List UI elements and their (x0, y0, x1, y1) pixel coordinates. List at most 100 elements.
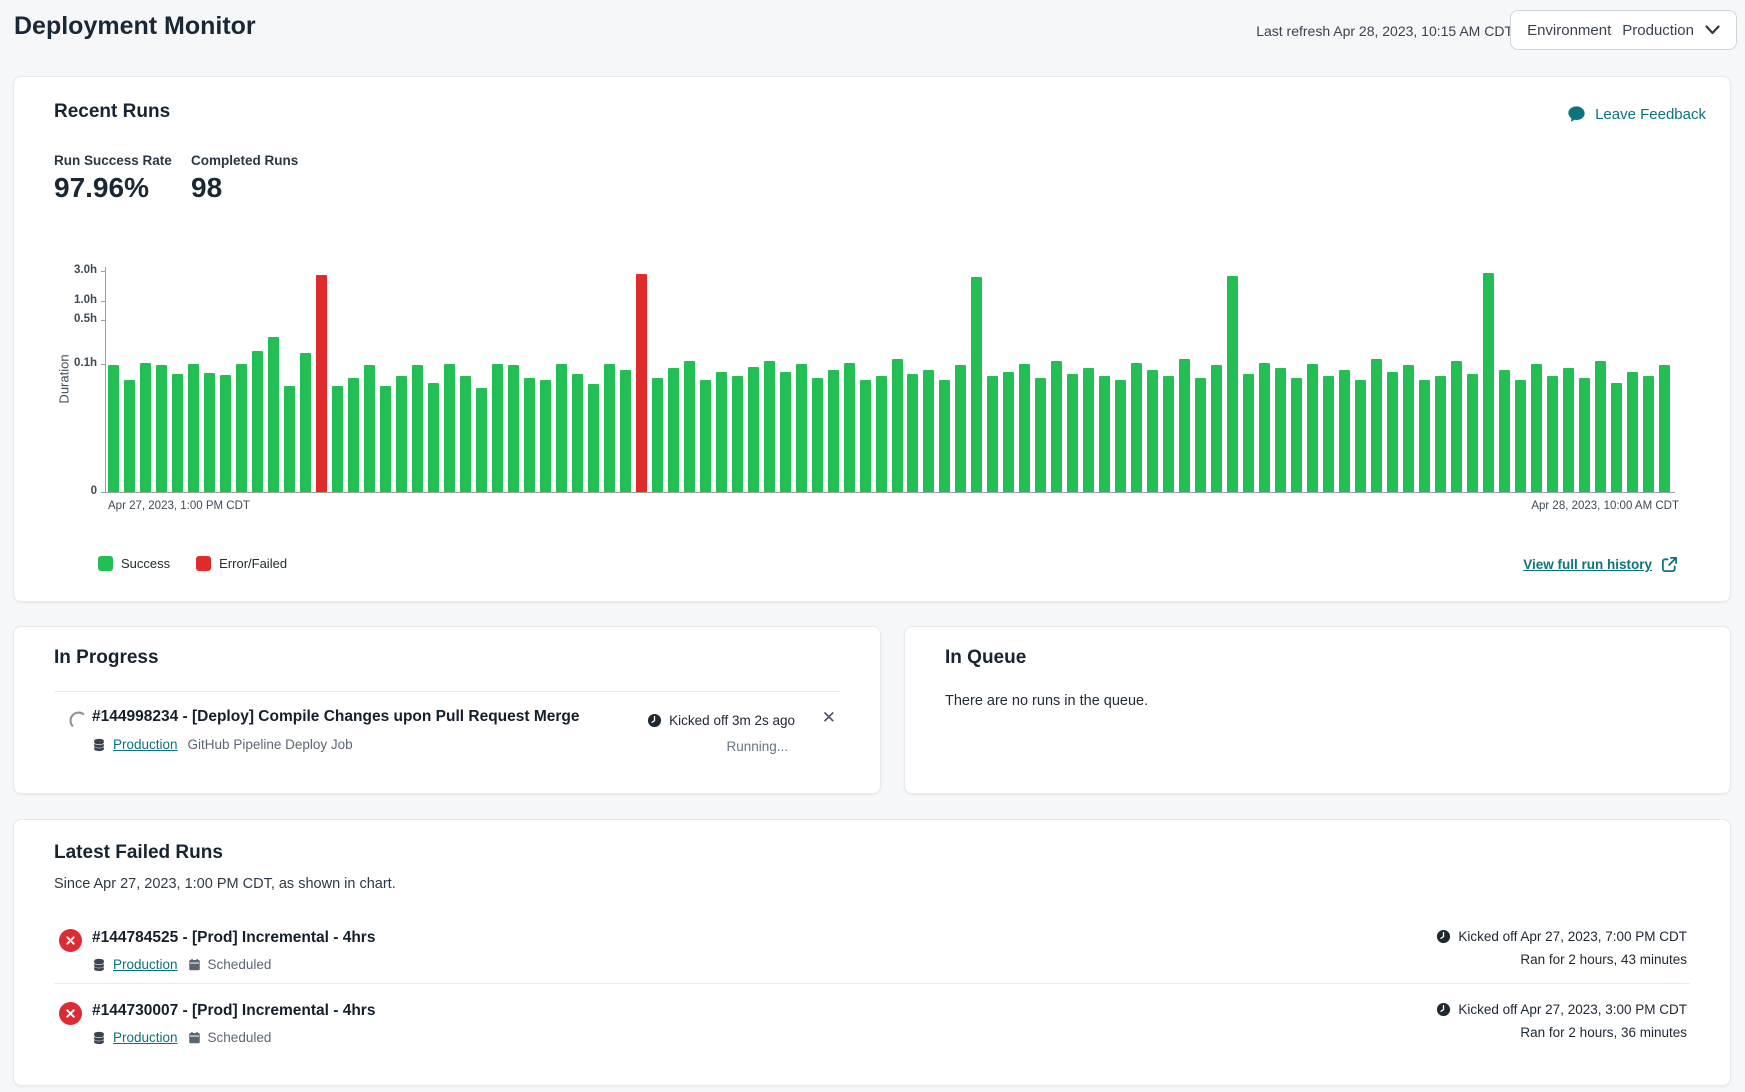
run-bar[interactable] (204, 373, 215, 492)
run-bar[interactable] (1051, 361, 1062, 492)
run-bar[interactable] (348, 378, 359, 492)
run-bar[interactable] (476, 388, 487, 492)
run-bar[interactable] (1547, 376, 1558, 492)
run-bar[interactable] (492, 364, 503, 492)
run-bar[interactable] (1019, 364, 1030, 492)
run-bar[interactable] (380, 386, 391, 492)
run-bar[interactable] (955, 365, 966, 492)
run-bar[interactable] (1563, 368, 1574, 492)
run-bar[interactable] (332, 386, 343, 492)
run-bar[interactable] (1355, 380, 1366, 492)
run-bar[interactable] (172, 374, 183, 492)
run-bar[interactable] (1643, 376, 1654, 492)
run-bar[interactable] (220, 375, 231, 492)
run-bar[interactable] (1003, 372, 1014, 492)
run-bar[interactable] (923, 370, 934, 492)
run-bar[interactable] (156, 365, 167, 492)
run-bar[interactable] (1163, 376, 1174, 492)
run-bar[interactable] (588, 384, 599, 492)
run-bar[interactable] (1067, 374, 1078, 492)
run-bar[interactable] (844, 363, 855, 492)
run-bar[interactable] (268, 337, 279, 492)
run-bar[interactable] (1211, 365, 1222, 492)
run-bar[interactable] (1307, 364, 1318, 492)
run-bar[interactable] (1467, 374, 1478, 492)
run-bar[interactable] (892, 359, 903, 492)
run-bar[interactable] (316, 275, 327, 492)
run-bar[interactable] (604, 364, 615, 492)
run-bar[interactable] (108, 365, 119, 492)
run-bar[interactable] (700, 380, 711, 492)
run-bar[interactable] (1339, 370, 1350, 492)
environment-tag[interactable]: Production (92, 737, 178, 752)
run-bar[interactable] (1227, 276, 1238, 492)
run-bar[interactable] (572, 374, 583, 492)
run-bar[interactable] (1275, 368, 1286, 492)
run-bar[interactable] (1435, 376, 1446, 492)
run-bar[interactable] (444, 364, 455, 492)
run-bar[interactable] (1403, 365, 1414, 492)
run-bar[interactable] (668, 368, 679, 492)
run-bar[interactable] (284, 386, 295, 492)
run-bar[interactable] (860, 380, 871, 492)
run-bar[interactable] (1579, 378, 1590, 492)
run-bar[interactable] (684, 361, 695, 492)
run-bar[interactable] (780, 372, 791, 492)
run-bar[interactable] (1611, 383, 1622, 492)
run-bar[interactable] (764, 361, 775, 492)
run-bar[interactable] (907, 374, 918, 492)
run-bar[interactable] (1035, 378, 1046, 492)
run-bar[interactable] (1515, 380, 1526, 492)
run-bar[interactable] (236, 364, 247, 492)
run-bar[interactable] (1259, 363, 1270, 492)
run-bar[interactable] (716, 372, 727, 492)
environment-tag[interactable]: Production (92, 957, 178, 972)
run-bar[interactable] (1499, 370, 1510, 492)
run-bar[interactable] (540, 380, 551, 492)
run-bar[interactable] (300, 353, 311, 492)
run-bar[interactable] (1323, 376, 1334, 492)
environment-dropdown[interactable]: Environment Production (1510, 10, 1737, 50)
run-bar[interactable] (828, 370, 839, 492)
run-bar[interactable] (124, 380, 135, 492)
run-bar[interactable] (1115, 380, 1126, 492)
environment-link[interactable]: Production (113, 1030, 178, 1045)
environment-link[interactable]: Production (113, 737, 178, 752)
run-bar[interactable] (620, 370, 631, 492)
run-bar[interactable] (412, 365, 423, 492)
run-bar[interactable] (1195, 378, 1206, 492)
environment-link[interactable]: Production (113, 957, 178, 972)
run-bar[interactable] (460, 376, 471, 492)
run-bar[interactable] (252, 351, 263, 492)
run-bar[interactable] (524, 378, 535, 492)
run-bar[interactable] (1419, 380, 1430, 492)
run-bar[interactable] (1179, 359, 1190, 492)
run-bar[interactable] (1595, 361, 1606, 492)
run-bar[interactable] (1243, 374, 1254, 492)
run-bar[interactable] (428, 383, 439, 492)
close-icon[interactable]: ✕ (822, 709, 836, 726)
run-bar[interactable] (556, 364, 567, 492)
run-bar[interactable] (140, 363, 151, 492)
run-bar[interactable] (636, 274, 647, 492)
run-bar[interactable] (987, 376, 998, 492)
run-bar[interactable] (796, 364, 807, 492)
run-bar[interactable] (1083, 368, 1094, 492)
run-bar[interactable] (1371, 359, 1382, 492)
run-bar[interactable] (1627, 372, 1638, 492)
run-bar[interactable] (732, 376, 743, 492)
run-bar[interactable] (1131, 363, 1142, 492)
environment-tag[interactable]: Production (92, 1030, 178, 1045)
run-bar[interactable] (971, 277, 982, 492)
run-bar[interactable] (1451, 361, 1462, 492)
run-bar[interactable] (508, 365, 519, 492)
run-bar[interactable] (1531, 364, 1542, 492)
run-bar[interactable] (396, 376, 407, 492)
run-bar[interactable] (939, 380, 950, 492)
run-bar[interactable] (748, 367, 759, 492)
run-bar[interactable] (1659, 365, 1670, 492)
run-bar[interactable] (652, 378, 663, 492)
run-bar[interactable] (1387, 372, 1398, 492)
run-bar[interactable] (1483, 273, 1494, 492)
run-bar[interactable] (1099, 376, 1110, 492)
